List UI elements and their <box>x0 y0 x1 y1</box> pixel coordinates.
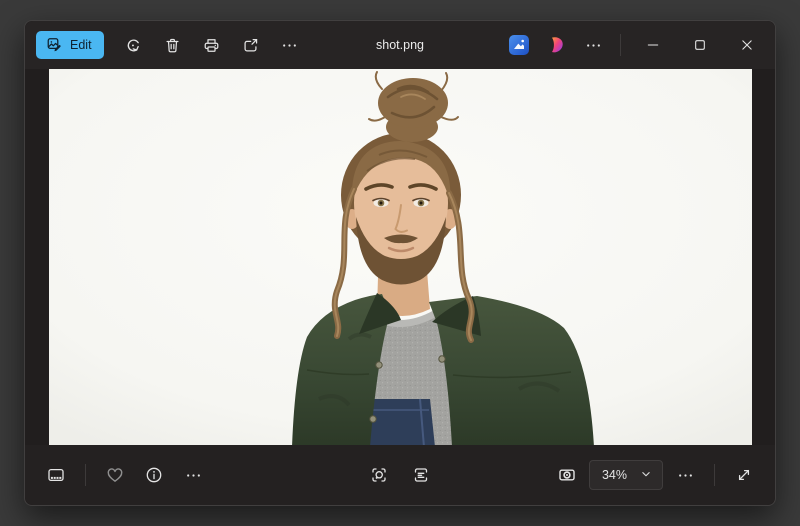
zoom-fit-icon <box>557 465 577 485</box>
text-actions-button[interactable] <box>404 458 438 492</box>
delete-icon <box>163 36 182 55</box>
titlebar: Edit shot.png <box>25 21 775 69</box>
toolbar-right-divider <box>714 464 715 486</box>
designer-logo-icon <box>546 35 566 55</box>
toolbar-left-tools <box>39 458 210 492</box>
rotate-icon <box>124 36 143 55</box>
toolbar-center-tools <box>362 458 438 492</box>
more-icon <box>676 466 695 485</box>
delete-button[interactable] <box>156 28 190 62</box>
titlebar-right-tools <box>502 24 769 66</box>
minimize-icon <box>644 36 662 54</box>
titlebar-left-tools: Edit <box>36 28 307 62</box>
edit-image-icon <box>45 35 63 56</box>
more-icon <box>184 466 203 485</box>
designer-button[interactable] <box>539 28 573 62</box>
chevron-down-icon <box>639 467 653 484</box>
fullscreen-button[interactable] <box>727 458 761 492</box>
fullscreen-icon <box>734 465 754 485</box>
edit-button[interactable]: Edit <box>36 31 104 59</box>
toolbar-more-button[interactable] <box>176 458 210 492</box>
toolbar-overflow-button[interactable] <box>668 458 702 492</box>
text-actions-icon <box>411 465 431 485</box>
maximize-button[interactable] <box>678 24 722 66</box>
edit-with-designer-icon <box>509 35 529 55</box>
close-button[interactable] <box>725 24 769 66</box>
more-icon <box>584 36 603 55</box>
maximize-icon <box>691 36 709 54</box>
bottom-toolbar: 34% <box>25 445 775 505</box>
edit-button-label: Edit <box>70 38 92 52</box>
portrait-photo-illustration <box>49 69 752 445</box>
zoom-level-value: 34% <box>601 468 627 482</box>
favorite-heart-icon <box>105 465 125 485</box>
titlebar-divider <box>620 34 621 56</box>
favorite-button[interactable] <box>98 458 132 492</box>
share-icon <box>241 36 260 55</box>
visual-search-icon <box>369 465 389 485</box>
share-button[interactable] <box>234 28 268 62</box>
zoom-fit-button[interactable] <box>550 458 584 492</box>
more-icon <box>280 36 299 55</box>
close-icon <box>738 36 756 54</box>
print-icon <box>202 36 221 55</box>
filmstrip-toggle-button[interactable] <box>39 458 73 492</box>
photo-viewport <box>25 69 775 445</box>
file-info-button[interactable] <box>137 458 171 492</box>
titlebar-more-button[interactable] <box>273 28 307 62</box>
edit-with-designer-button[interactable] <box>502 28 536 62</box>
toolbar-right-tools: 34% <box>550 458 761 492</box>
photo-canvas[interactable] <box>49 69 752 445</box>
photos-app-window: Edit shot.png 34% <box>24 20 776 506</box>
filmstrip-icon <box>46 465 66 485</box>
titlebar-overflow-button[interactable] <box>576 28 610 62</box>
zoom-level-dropdown[interactable]: 34% <box>588 460 663 490</box>
toolbar-divider <box>85 464 86 486</box>
rotate-button[interactable] <box>117 28 151 62</box>
print-button[interactable] <box>195 28 229 62</box>
minimize-button[interactable] <box>631 24 675 66</box>
info-icon <box>144 465 164 485</box>
visual-search-button[interactable] <box>362 458 396 492</box>
